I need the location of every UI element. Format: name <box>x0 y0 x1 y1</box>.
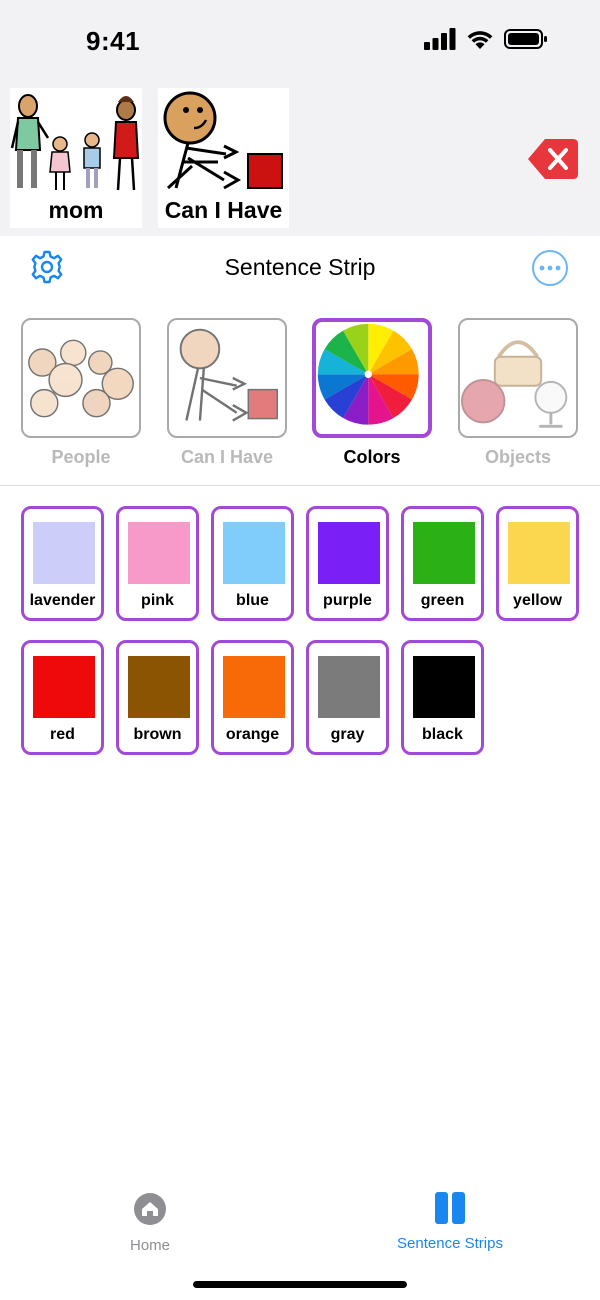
page-title: Sentence Strip <box>224 254 376 280</box>
category-tile <box>21 318 141 438</box>
color-swatch <box>413 522 475 584</box>
family-icon <box>10 94 140 191</box>
color-label: lavender <box>29 592 96 609</box>
color-tile-brown[interactable]: brown <box>116 640 199 755</box>
tab-sentence-strips[interactable]: Sentence Strips <box>350 1192 550 1252</box>
category-objects[interactable]: Objects <box>458 318 578 468</box>
color-swatch <box>223 656 285 718</box>
color-tile-blue[interactable]: blue <box>211 506 294 621</box>
color-label: gray <box>330 726 365 743</box>
color-swatch <box>33 656 95 718</box>
divider <box>0 485 600 486</box>
category-label: Colors <box>343 447 401 467</box>
color-wheel-icon <box>317 323 419 425</box>
cellular-signal-icon <box>424 28 456 50</box>
color-tile-green[interactable]: green <box>401 506 484 621</box>
category-people[interactable]: People <box>21 318 141 468</box>
sentence-strip-area: 9:41 mom Can I Have <box>0 0 600 236</box>
color-swatch <box>128 656 190 718</box>
color-tile-yellow[interactable]: yellow <box>496 506 579 621</box>
status-icons <box>424 28 548 50</box>
color-tile-pink[interactable]: pink <box>116 506 199 621</box>
category-tile <box>167 318 287 438</box>
category-label: People <box>51 447 111 467</box>
wifi-icon <box>467 31 493 49</box>
tab-label: Sentence Strips <box>397 1235 503 1252</box>
home-indicator <box>193 1281 407 1288</box>
color-tile-black[interactable]: black <box>401 640 484 755</box>
color-swatch <box>128 522 190 584</box>
color-label: orange <box>225 726 280 743</box>
nav-bar: Sentence Strip <box>0 236 600 298</box>
color-swatch <box>223 522 285 584</box>
objects-icon <box>460 340 568 428</box>
color-label: black <box>422 726 463 743</box>
people-faces-icon <box>28 339 134 418</box>
color-tile-red[interactable]: red <box>21 640 104 755</box>
home-icon <box>134 1193 166 1225</box>
battery-icon <box>504 29 547 49</box>
columns-icon <box>435 1192 465 1224</box>
color-swatch <box>508 522 570 584</box>
strip-item-can-i-have[interactable]: Can I Have <box>158 88 289 228</box>
color-label: yellow <box>513 592 562 609</box>
color-label: brown <box>133 726 182 743</box>
category-label: Objects <box>484 447 552 467</box>
color-swatch <box>318 522 380 584</box>
ellipsis-circle-icon[interactable] <box>531 249 569 287</box>
backspace-x-icon[interactable] <box>527 138 579 180</box>
color-label: green <box>420 592 465 609</box>
color-label: pink <box>141 592 174 609</box>
color-label: blue <box>236 592 269 609</box>
category-tile <box>312 318 432 438</box>
tab-home[interactable]: Home <box>50 1192 250 1254</box>
category-can-i-have[interactable]: Can I Have <box>167 318 287 468</box>
category-label: Can I Have <box>180 447 274 467</box>
color-swatch <box>318 656 380 718</box>
tab-label: Home <box>129 1237 170 1254</box>
color-tile-lavender[interactable]: lavender <box>21 506 104 621</box>
color-tile-gray[interactable]: gray <box>306 640 389 755</box>
can-i-have-icon <box>163 91 283 190</box>
can-i-have-icon <box>179 328 278 422</box>
strip-item-label: Can I Have <box>164 197 283 223</box>
color-tile-orange[interactable]: orange <box>211 640 294 755</box>
color-label: red <box>50 726 75 743</box>
color-swatch <box>413 656 475 718</box>
gear-icon[interactable] <box>30 250 64 284</box>
color-tile-purple[interactable]: purple <box>306 506 389 621</box>
strip-item-mom[interactable]: mom <box>10 88 142 228</box>
status-time: 9:41 <box>86 26 141 56</box>
color-label: purple <box>323 592 372 609</box>
category-tile <box>458 318 578 438</box>
strip-item-label: mom <box>48 197 104 223</box>
category-colors[interactable]: Colors <box>312 318 432 468</box>
color-swatch <box>33 522 95 584</box>
